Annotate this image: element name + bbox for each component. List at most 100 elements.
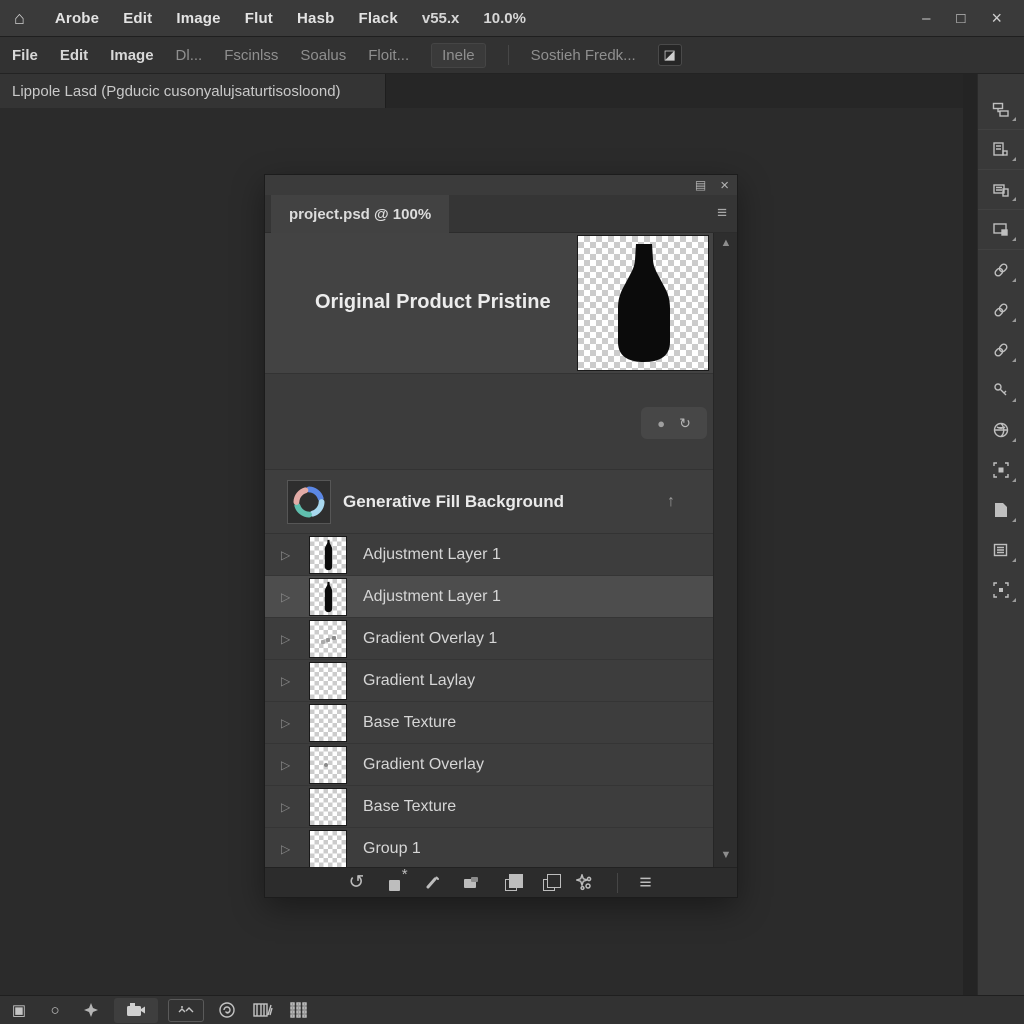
new-layer-star-icon[interactable] [385,873,405,893]
expand-arrow-icon[interactable]: ▷ [281,548,290,562]
menu-hasb[interactable]: Hasb [297,10,334,27]
scroll-down-icon[interactable]: ▼ [714,849,738,861]
status-section: ● ↻ [265,374,713,470]
panel-bottom-toolbar: ↺ ≡ [265,867,737,897]
layer-thumbnail[interactable] [309,620,347,658]
frame-select-tool-icon[interactable] [978,450,1024,490]
panel-minimize-icon[interactable]: ▤ [695,179,706,191]
link-tool-icon-3[interactable] [978,330,1024,370]
circle-tool-icon[interactable]: ○ [42,998,68,1022]
layer-row-group-1[interactable]: ▷ Group 1 [265,828,713,867]
layer-row-gradient-overlay-2[interactable]: ▷ Gradient Overlay [265,744,713,786]
menu-flut[interactable]: Flut [245,10,273,27]
image-preview-icon[interactable] [168,999,204,1022]
copy-layer-icon[interactable] [499,873,519,893]
layer-thumbnail[interactable] [309,662,347,700]
workspace-icon[interactable]: ◪ [658,44,682,66]
panel-close-icon[interactable]: × [720,178,729,193]
panel-options-menu-icon[interactable]: ≡ [636,873,656,893]
expand-arrow-icon[interactable]: ▷ [281,674,290,688]
menu-flack[interactable]: Flack [359,10,398,27]
zoom-level: 10.0% [483,10,526,27]
key-tool-icon[interactable] [978,370,1024,410]
promote-up-icon[interactable]: ↑ [667,493,675,511]
layer-row-gradient-laylay[interactable]: ▷ Gradient Laylay [265,660,713,702]
layer-thumbnail[interactable] [309,746,347,784]
panels-tool-icon[interactable] [978,130,1024,170]
camera-button[interactable] [114,998,158,1023]
panel-scrollbar[interactable]: ▲ ▼ [713,233,737,867]
status-pill[interactable]: ● ↻ [641,407,707,439]
menu-inele[interactable]: Inele [431,43,486,68]
menu-image-2[interactable]: Image [110,47,153,64]
layer-row-base-texture-1[interactable]: ▷ Base Texture [265,702,713,744]
expand-arrow-icon[interactable]: ▷ [281,800,290,814]
menu-floit[interactable]: Floit... [368,47,409,64]
search-field[interactable]: Sostieh Fredk... [531,47,636,64]
layer-thumbnail[interactable] [309,578,347,616]
layer-name: Adjustment Layer 1 [363,546,501,564]
grid-dots-icon[interactable] [286,998,312,1022]
expand-arrow-icon[interactable]: ▷ [281,590,290,604]
refresh-icon[interactable]: ↻ [679,416,691,430]
expand-arrow-icon[interactable]: ▷ [281,632,290,646]
filmstrip-icon[interactable] [250,998,276,1022]
layer-thumbnail[interactable] [309,830,347,867]
document-tab[interactable]: Lippole Lasd (Pgducic cusonyalujsaturtis… [0,74,386,108]
layer-thumbnail[interactable] [309,788,347,826]
layer-thumbnail[interactable] [309,536,347,574]
layer-name: Base Texture [363,714,456,732]
menu-fscinlss[interactable]: Fscinlss [224,47,278,64]
menu-edit[interactable]: Edit [123,10,152,27]
bottle-silhouette [578,236,710,370]
menu-file[interactable]: File [12,47,38,64]
menu-arobe[interactable]: Arobe [55,10,99,27]
generative-fill-row[interactable]: Generative Fill Background ↑ [265,470,713,534]
page-tool-icon[interactable] [978,490,1024,530]
expand-arrow-icon[interactable]: ▷ [281,842,290,856]
layer-row-gradient-overlay-1[interactable]: ▷ Gradient Overlay 1 [265,618,713,660]
panel-tab[interactable]: project.psd @ 100% [271,195,449,233]
scroll-up-icon[interactable]: ▲ [714,237,738,249]
minimize-icon[interactable]: – [922,10,930,27]
preview-section: Original Product Pristine [265,233,713,374]
menu-dl[interactable]: Dl... [176,47,203,64]
print-tool-icon[interactable] [978,170,1024,210]
frame-select-tool-icon-2[interactable] [978,570,1024,610]
layer-thumbnail[interactable] [309,704,347,742]
toolbar-divider [617,873,618,893]
layer-row-base-texture-2[interactable]: ▷ Base Texture [265,786,713,828]
menu-edit-2[interactable]: Edit [60,47,88,64]
sparkle-icon[interactable] [575,873,595,893]
titlebar: ⌂ Arobe Edit Image Flut Hasb Flack v55.x… [0,0,1024,37]
menu-image[interactable]: Image [176,10,220,27]
link-tool-icon-2[interactable] [978,290,1024,330]
expand-arrow-icon[interactable]: ▷ [281,716,290,730]
maximize-icon[interactable]: □ [956,10,965,27]
duplicate-layer-icon[interactable] [537,873,557,893]
panel-menu-icon[interactable]: ≡ [717,203,727,223]
layer-name: Gradient Overlay 1 [363,630,497,648]
panel-tab-row: project.psd @ 100% ≡ [265,195,737,233]
layer-row-adjustment-1[interactable]: ▷ Adjustment Layer 1 [265,534,713,576]
expand-arrow-icon[interactable]: ▷ [281,758,290,772]
globe-tool-icon[interactable] [978,410,1024,450]
version-label: v55.x [422,10,460,27]
paragraph-tool-icon[interactable] [978,530,1024,570]
product-preview-thumbnail[interactable] [577,235,709,371]
layers-merge-icon[interactable] [461,873,481,893]
rotate-view-icon[interactable] [214,998,240,1022]
artboard-icon[interactable]: ▣ [6,998,32,1022]
navigate-star-icon[interactable] [78,998,104,1022]
pen-icon[interactable] [423,873,443,893]
canvas-tool-icon[interactable] [978,210,1024,250]
home-icon[interactable]: ⌂ [14,8,25,29]
layer-row-adjustment-2-selected[interactable]: ▷ Adjustment Layer 1 [265,576,713,618]
nodes-tool-icon[interactable] [978,90,1024,130]
menu-soalus[interactable]: Soalus [300,47,346,64]
sync-icon[interactable]: ↺ [347,873,367,893]
layers-panel: ▤ × project.psd @ 100% ≡ Original Produc… [265,175,737,897]
generative-fill-icon [287,480,331,524]
link-tool-icon[interactable] [978,250,1024,290]
close-icon[interactable]: × [991,8,1002,29]
